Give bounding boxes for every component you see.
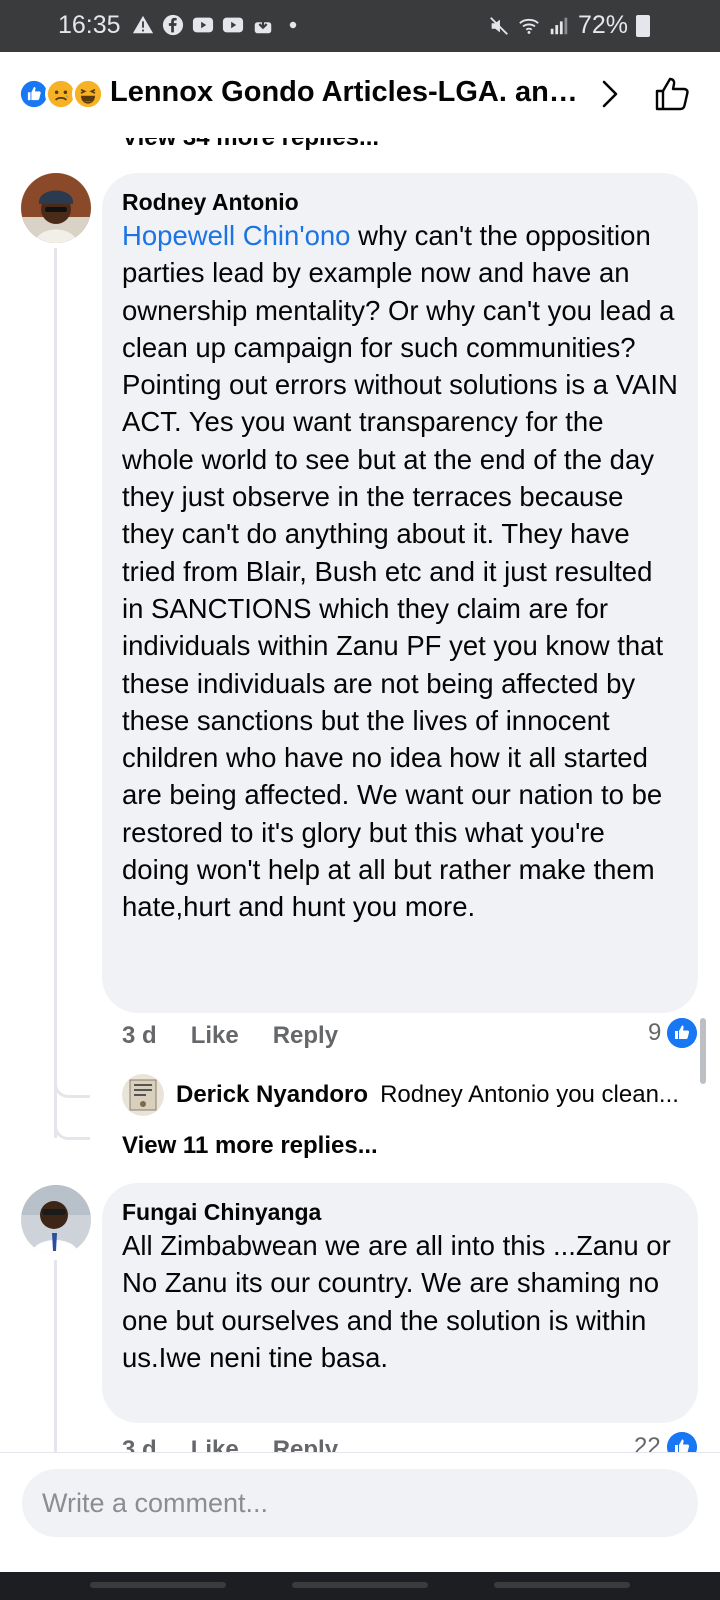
comment-time: 3 d (122, 1022, 157, 1049)
chevron-right-icon[interactable] (598, 76, 622, 112)
comment-composer[interactable] (22, 1469, 698, 1537)
like-badge-icon (667, 1018, 698, 1048)
reply-preview[interactable]: Derick Nyandoro Rodney Antonio you clean… (122, 1073, 692, 1117)
reply-connector (54, 1106, 90, 1140)
facebook-icon (162, 14, 184, 36)
mention-link[interactable]: Hopewell Chin'ono (122, 220, 350, 251)
reply-button[interactable]: Reply (273, 1022, 338, 1050)
comment-author[interactable]: Rodney Antonio (122, 187, 678, 217)
more-dot-icon (289, 21, 297, 29)
system-nav-bar (0, 1572, 720, 1600)
mute-icon (490, 16, 508, 35)
avatar[interactable] (21, 173, 91, 243)
comment-body: why can't the opposition parties lead by… (122, 220, 678, 923)
nav-recents[interactable] (494, 1582, 630, 1588)
comment-bubble[interactable]: Fungai Chinyanga All Zimbabwean we are a… (102, 1183, 698, 1423)
reply-author[interactable]: Derick Nyandoro (176, 1081, 368, 1109)
like-count[interactable]: 9 (648, 1018, 698, 1048)
wifi-icon (519, 18, 539, 34)
comments-sheet: Lennox Gondo Articles-LGA. and... View 3… (0, 52, 720, 1572)
comment-text: Hopewell Chin'ono why can't the oppositi… (122, 217, 678, 926)
download-icon (254, 17, 272, 34)
thread-line (54, 248, 57, 1138)
avatar[interactable] (21, 1185, 91, 1255)
nav-home[interactable] (292, 1582, 428, 1588)
haha-reaction-icon (72, 78, 104, 110)
comment-composer-bar (0, 1452, 720, 1572)
reaction-summary[interactable] (18, 78, 106, 110)
youtube-icon (222, 17, 244, 33)
thumbs-up-icon[interactable] (652, 74, 692, 114)
battery-percent: 72% (577, 11, 628, 39)
signal-icon (550, 17, 568, 34)
comment-author[interactable]: Fungai Chinyanga (122, 1197, 678, 1227)
reply-text: Rodney Antonio you clean... (380, 1081, 679, 1108)
status-bar: 16:35 72% (0, 0, 720, 52)
youtube-icon (192, 17, 214, 33)
avatar[interactable] (122, 1074, 164, 1116)
like-count-value: 9 (648, 1019, 662, 1046)
post-header: Lennox Gondo Articles-LGA. and... (0, 52, 720, 138)
comment-body: All Zimbabwean we are all into this ...Z… (122, 1230, 671, 1373)
page-title[interactable]: Lennox Gondo Articles-LGA. and... (110, 76, 588, 109)
nav-back[interactable] (90, 1582, 226, 1588)
scrollbar[interactable] (700, 1018, 706, 1084)
battery-icon (636, 14, 650, 37)
comment-bubble[interactable]: Rodney Antonio Hopewell Chin'ono why can… (102, 173, 698, 1013)
system-icons: 72% (488, 11, 650, 40)
view-more-replies-link[interactable]: View 11 more replies... (122, 1132, 378, 1160)
like-button[interactable]: Like (191, 1022, 239, 1050)
notification-icons (132, 14, 304, 36)
comment-input[interactable] (42, 1469, 698, 1537)
comment-actions: 3 d Like Reply (122, 1022, 338, 1050)
status-time: 16:35 (58, 11, 121, 39)
reply-connector (54, 1052, 90, 1098)
warning-icon (132, 15, 154, 34)
